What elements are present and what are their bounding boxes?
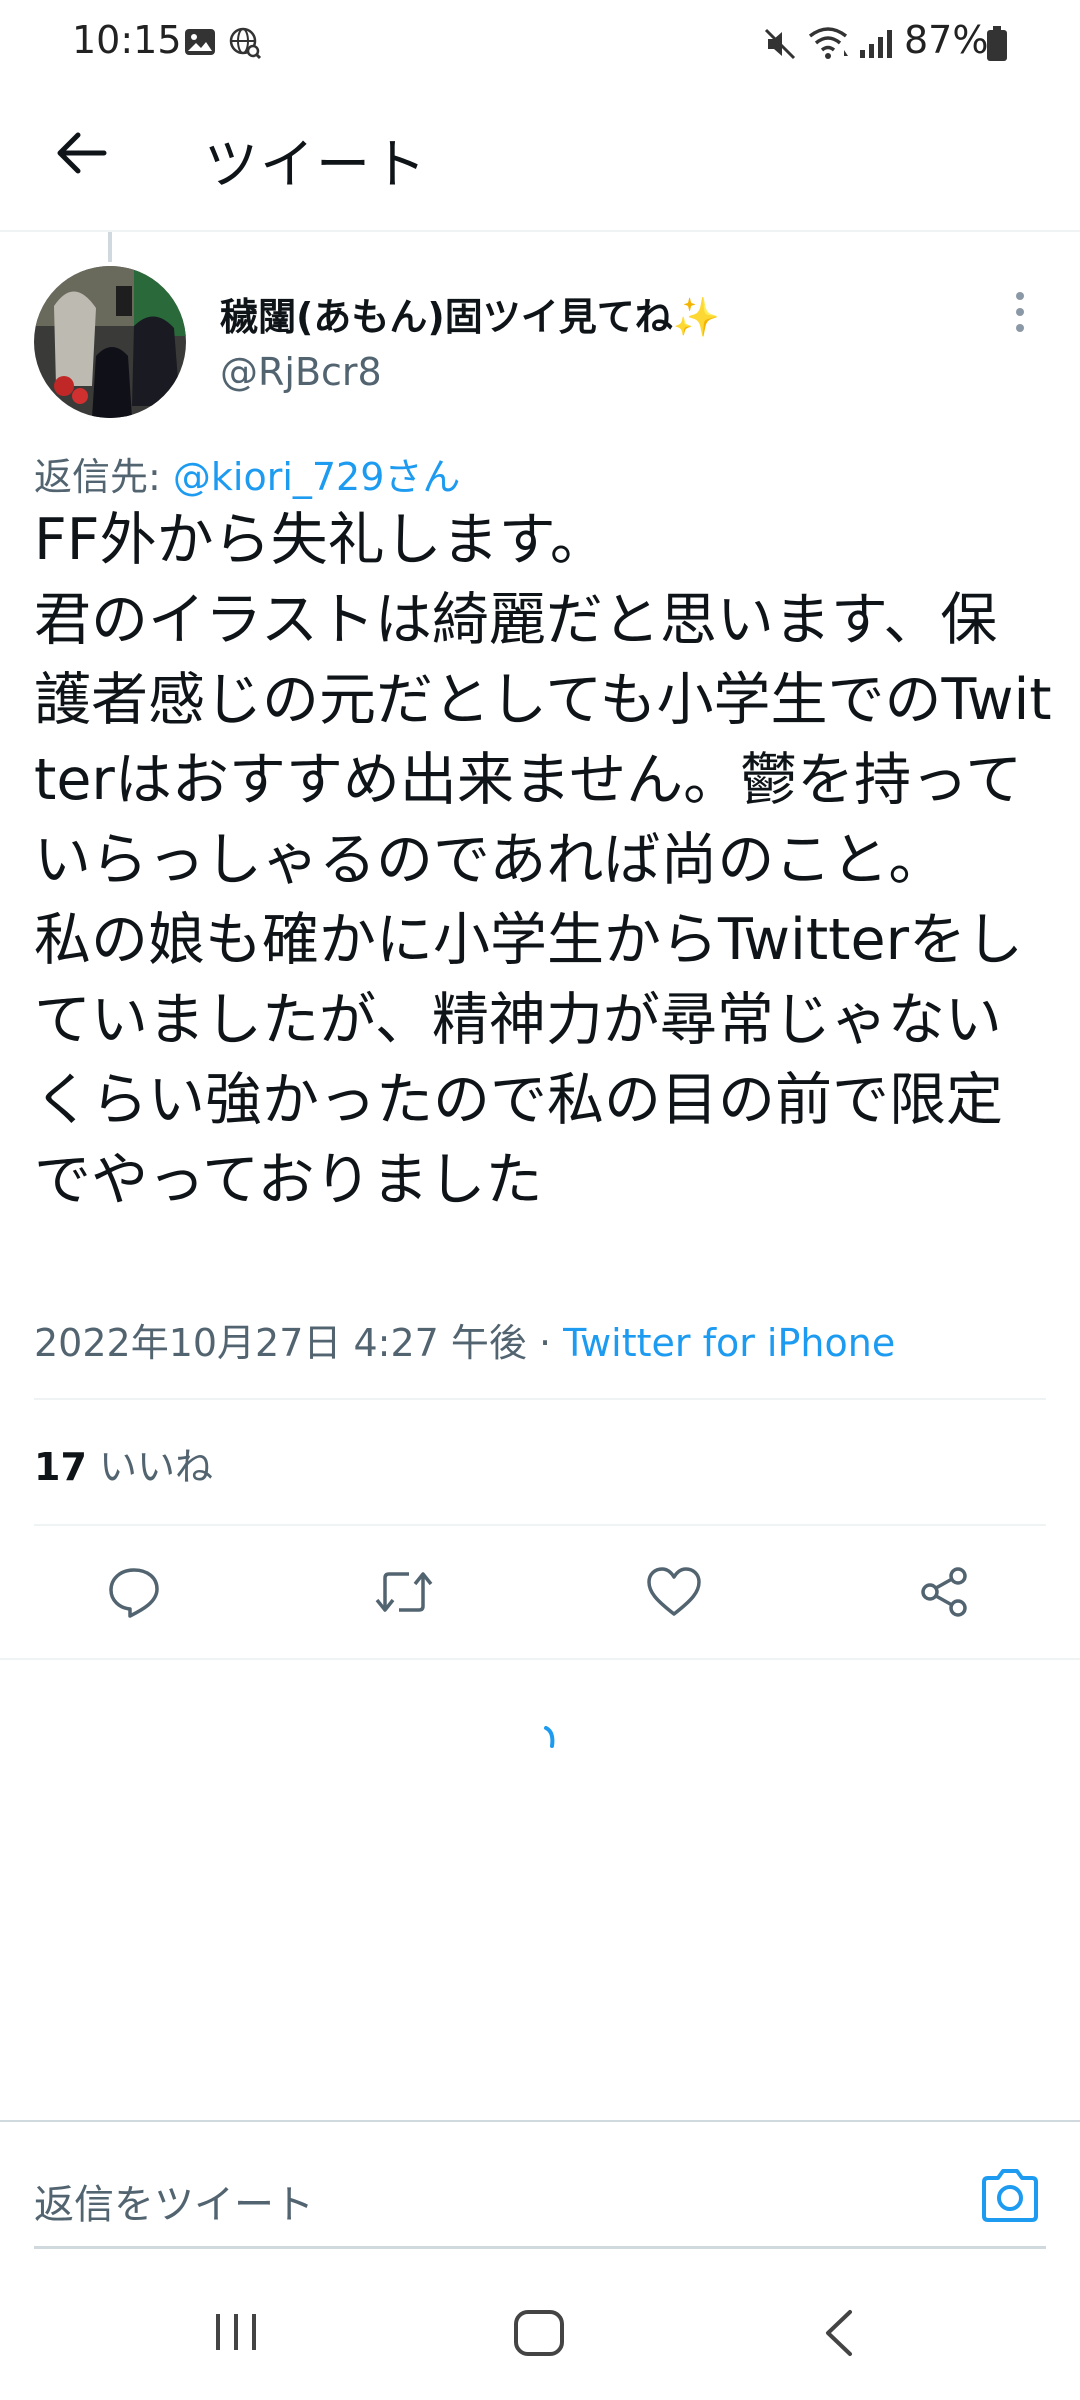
tweet-meta: 2022年10月27日 4:27 午後 · Twitter for iPhone bbox=[34, 1312, 895, 1367]
likes-summary[interactable]: 17 いいね bbox=[34, 1436, 213, 1491]
reply-button[interactable] bbox=[102, 1560, 166, 1624]
reply-input[interactable]: 返信をツイート bbox=[34, 2172, 314, 2230]
reply-to-label: 返信先: bbox=[34, 455, 173, 499]
recents-icon[interactable] bbox=[212, 2310, 262, 2354]
like-icon bbox=[647, 1567, 701, 1616]
mute-icon bbox=[764, 28, 796, 60]
display-name[interactable]: 穢闥(あもん)固ツイ見てね✨ bbox=[220, 286, 720, 341]
header: ツイート bbox=[0, 90, 1080, 232]
signal-icon bbox=[860, 30, 892, 58]
share-icon bbox=[921, 1567, 967, 1617]
battery-icon bbox=[987, 26, 1007, 61]
loading-spinner-icon bbox=[544, 1726, 555, 1748]
divider bbox=[34, 1524, 1046, 1526]
avatar[interactable] bbox=[34, 266, 186, 418]
battery-percentage: 87% bbox=[904, 18, 989, 62]
more-options-icon[interactable] bbox=[1008, 288, 1032, 336]
thread-line bbox=[108, 232, 112, 262]
back-icon[interactable] bbox=[820, 2308, 860, 2358]
status-bar: 10:15 87% bbox=[0, 0, 1080, 90]
share-button[interactable] bbox=[912, 1560, 976, 1624]
reply-icon bbox=[109, 1568, 159, 1618]
reply-to: 返信先: @kiori_729さん bbox=[34, 446, 460, 501]
tweet-text: FF外から失礼します。 君のイラストは綺麗だと思います、保護者感じの元だとしても… bbox=[34, 507, 1052, 1213]
user-handle[interactable]: @RjBcr8 bbox=[220, 350, 382, 394]
retweet-icon bbox=[375, 1572, 433, 1612]
reply-bar: 返信をツイート bbox=[0, 2120, 1080, 2250]
tweet-source-link[interactable]: Twitter for iPhone bbox=[563, 1321, 895, 1365]
home-icon[interactable] bbox=[512, 2308, 566, 2358]
back-button[interactable] bbox=[48, 120, 114, 186]
likes-count: 17 bbox=[34, 1445, 87, 1489]
divider bbox=[34, 1398, 1046, 1400]
reply-mention-link[interactable]: @kiori_729さん bbox=[173, 455, 461, 499]
globe-search-icon bbox=[229, 27, 262, 60]
system-nav-bar bbox=[0, 2260, 1080, 2400]
page-title: ツイート bbox=[204, 133, 428, 196]
likes-label: いいね bbox=[86, 1445, 213, 1489]
status-time: 10:15 bbox=[72, 18, 182, 62]
reply-underline bbox=[34, 2246, 1046, 2249]
image-icon bbox=[185, 29, 215, 55]
camera-icon[interactable] bbox=[978, 2166, 1042, 2224]
avatar-image bbox=[34, 266, 186, 418]
tweet-timestamp: 2022年10月27日 4:27 午後 · bbox=[34, 1321, 564, 1365]
like-button[interactable] bbox=[642, 1560, 706, 1624]
wifi-icon bbox=[808, 27, 848, 59]
divider bbox=[0, 1658, 1080, 1660]
arrow-left-icon bbox=[57, 132, 107, 174]
retweet-button[interactable] bbox=[372, 1560, 436, 1624]
